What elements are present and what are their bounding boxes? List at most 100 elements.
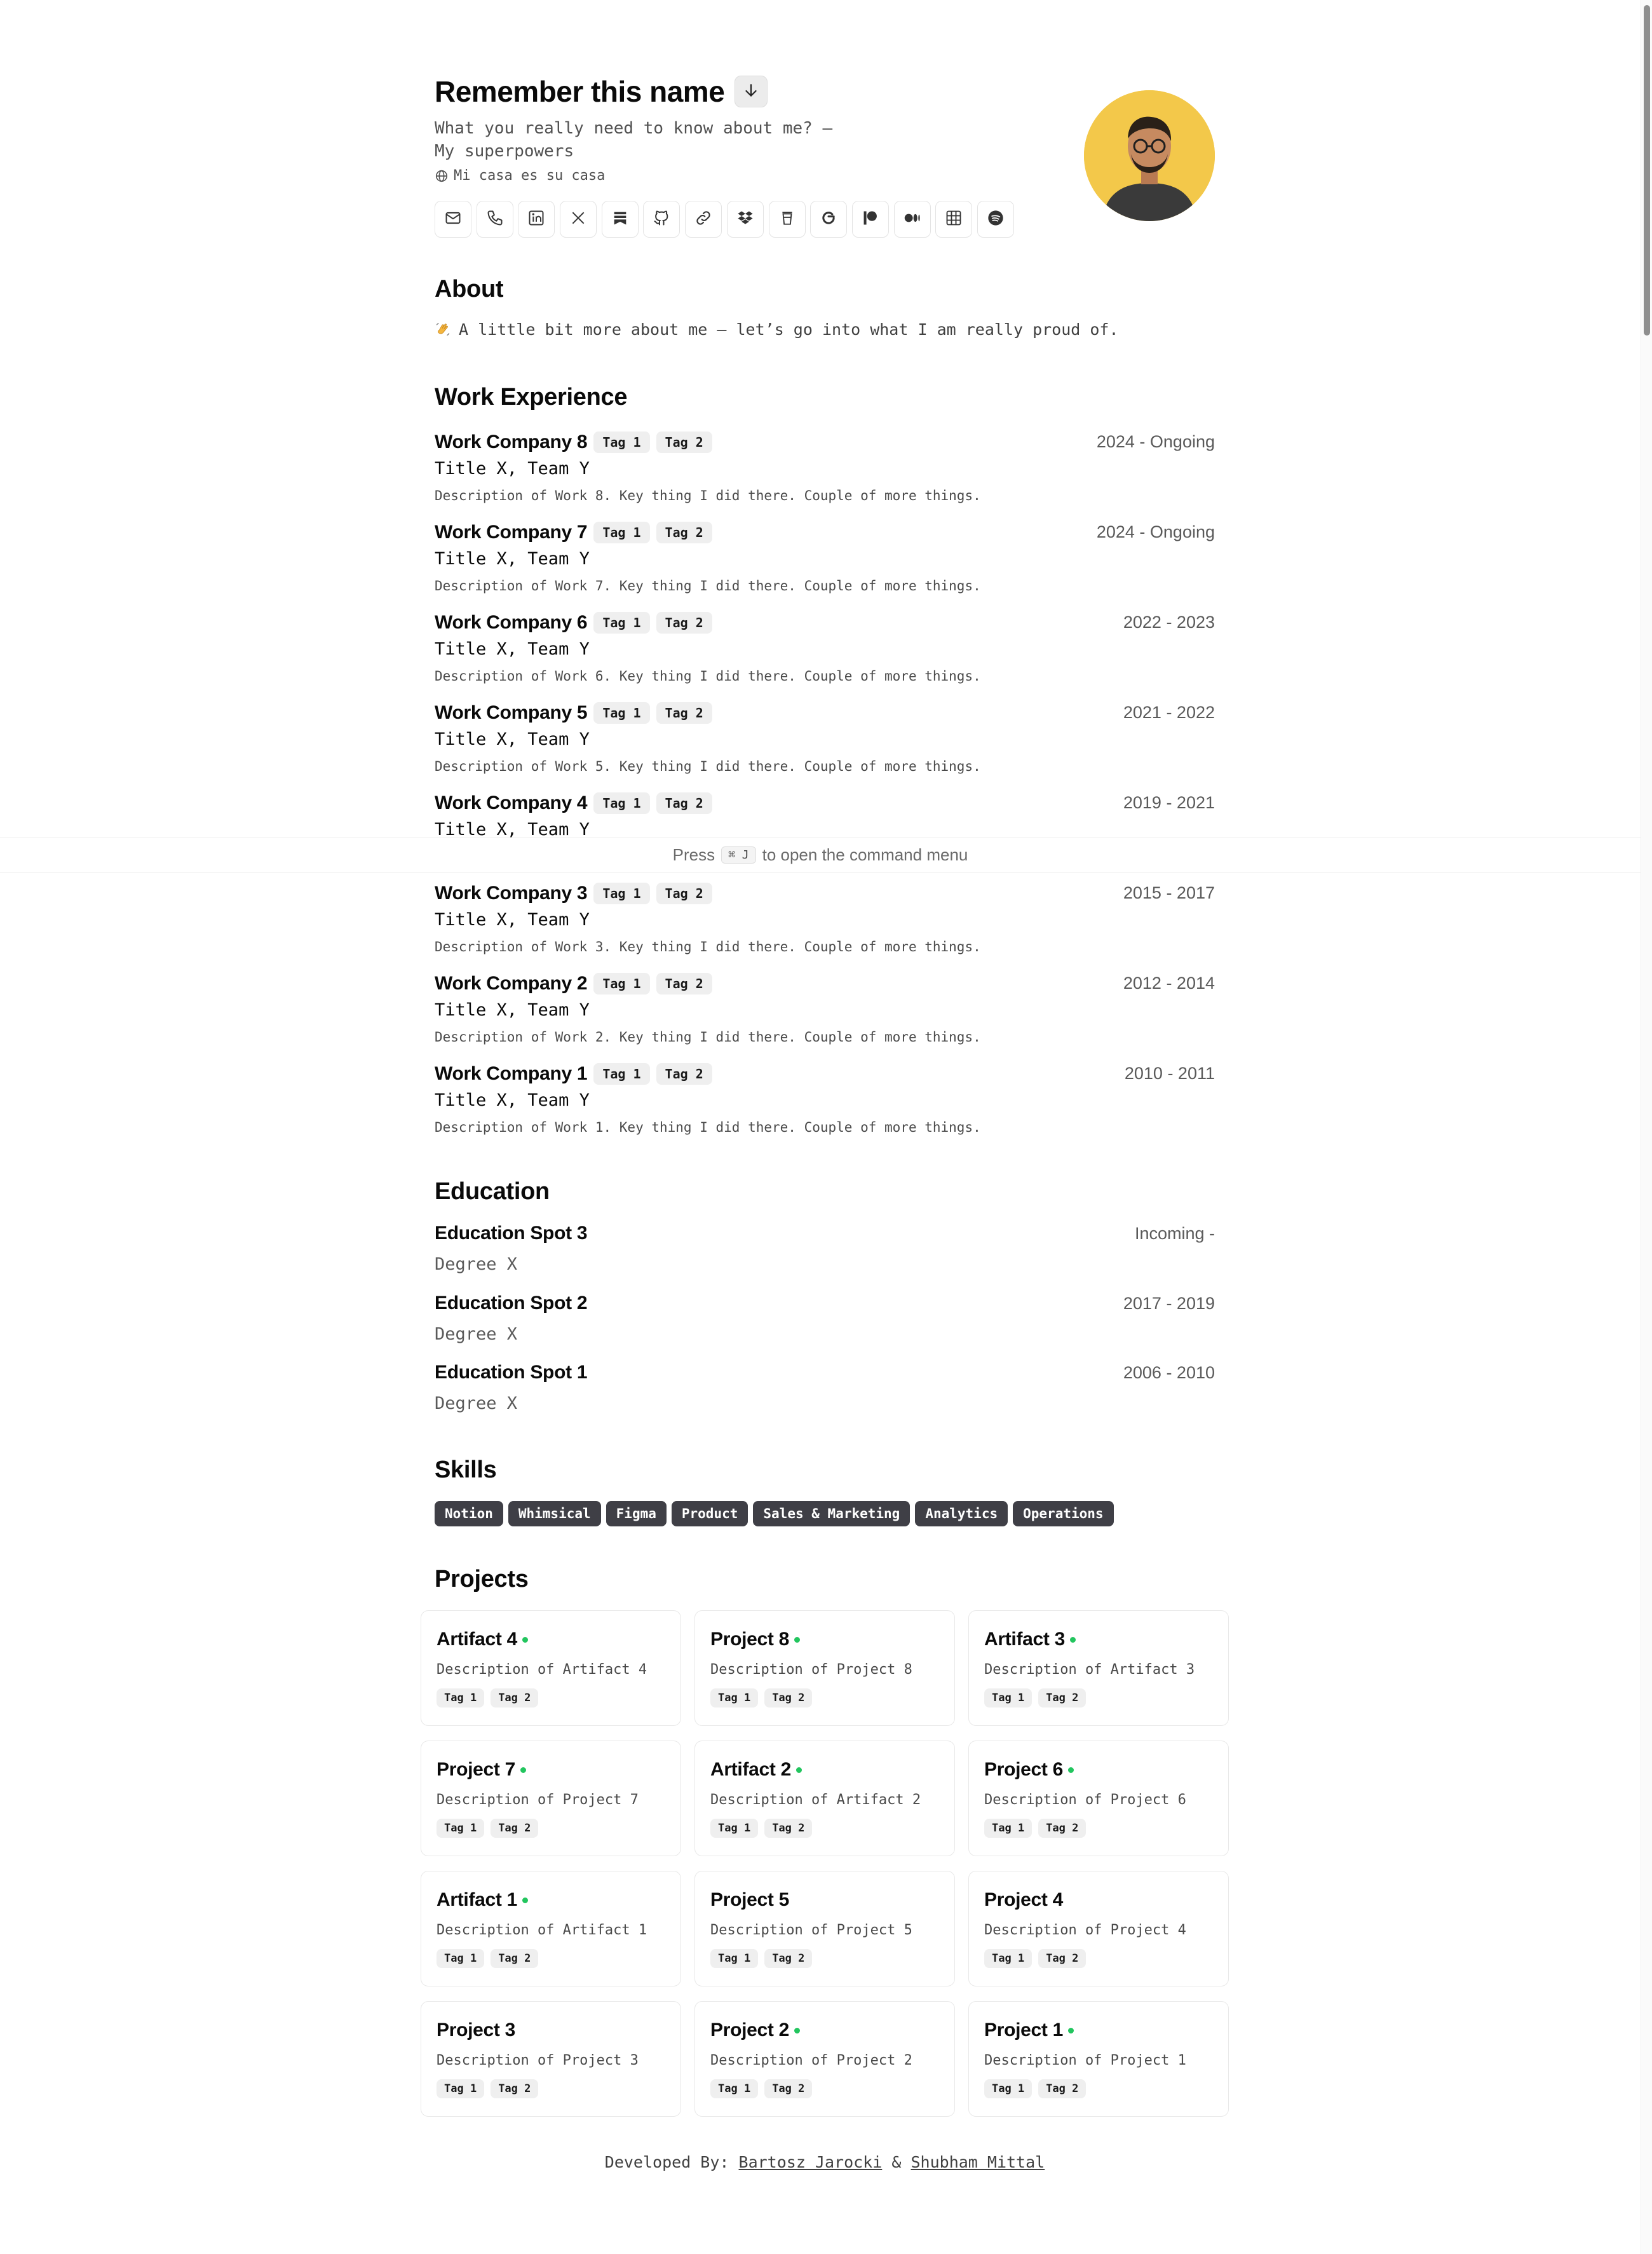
github-button[interactable] (643, 201, 680, 238)
project-name: Project 1 (984, 2020, 1064, 2040)
work-tag: Tag 1 (593, 883, 650, 904)
dropbox-button[interactable] (726, 201, 764, 238)
download-button[interactable] (735, 76, 768, 107)
project-card[interactable]: Artifact 3 Description of Artifact 3 Tag 1… (968, 1610, 1229, 1726)
work-company-name[interactable]: Work Company 8 (435, 431, 588, 453)
project-card[interactable]: Project 2 Description of Project 2 Tag 1 Ta… (694, 2001, 955, 2117)
skill-badge: Whimsical (508, 1501, 601, 1526)
author-link-2[interactable]: Shubham Mittal (911, 2153, 1045, 2171)
google-button[interactable] (810, 201, 848, 238)
project-description: Description of Project 5 (710, 1922, 912, 1938)
grid-button[interactable] (935, 201, 973, 238)
work-item-header: Work Company 2 Tag 1 Tag 2 (435, 971, 712, 996)
status-dot-icon (1070, 1636, 1076, 1643)
google-icon (820, 209, 837, 230)
work-title: Title X, Team Y (435, 459, 590, 479)
education-item: Education Spot 1 2006 - 2010 Degree X (435, 1362, 1215, 1425)
project-card[interactable]: Artifact 2 Description of Artifact 2 Tag 1… (694, 1741, 955, 1856)
education-school: Education Spot 1 (435, 1362, 588, 1383)
work-description: Description of Work 1. Key thing I did t… (435, 1120, 981, 1135)
work-tag: Tag 2 (656, 612, 712, 634)
education-degree: Degree X (435, 1324, 518, 1344)
work-item: Work Company 3 Tag 1 Tag 2 2015 - 2017 Title… (435, 881, 1215, 962)
project-tags: Tag 1 Tag 2 (430, 2079, 539, 2098)
project-card[interactable]: Project 3 Description of Project 3 Tag 1 Ta… (421, 2001, 681, 2117)
work-title: Title X, Team Y (435, 730, 590, 749)
project-tag: Tag 1 (437, 2079, 485, 2098)
project-description: Description of Artifact 1 (437, 1922, 647, 1938)
project-card[interactable]: Project 4 Description of Project 4 Tag 1 Ta… (968, 1871, 1229, 1986)
email-button[interactable] (435, 201, 471, 238)
x-icon (570, 210, 586, 229)
x-button[interactable] (560, 201, 597, 238)
status-dot-icon (794, 2027, 801, 2033)
project-card[interactable]: Project 8 Description of Project 8 Tag 1 Ta… (694, 1610, 955, 1726)
project-title: Project 7 (437, 1759, 527, 1781)
work-item: Work Company 1 Tag 1 Tag 2 2010 - 2011 Title… (435, 1061, 1215, 1143)
work-tag: Tag 1 (593, 612, 650, 634)
project-card[interactable]: Project 6 Description of Project 6 Tag 1 Ta… (968, 1741, 1229, 1856)
spotify-button[interactable] (977, 201, 1014, 238)
project-title: Artifact 3 (984, 1629, 1076, 1650)
mail-icon (444, 209, 462, 230)
linkedin-button[interactable] (518, 201, 555, 238)
footer-separator: & (891, 2153, 902, 2171)
medium-button[interactable] (893, 201, 931, 238)
spotify-icon (987, 209, 1005, 230)
profile-header: Remember this name What you really need … (435, 0, 1215, 254)
link-icon (694, 209, 712, 230)
project-title: Project 1 (984, 2020, 1074, 2041)
page-scrollbar[interactable] (1641, 0, 1652, 2254)
profile-location[interactable]: Mi casa es su casa (435, 168, 605, 184)
project-tag: Tag 1 (984, 1688, 1032, 1707)
work-company-name[interactable]: Work Company 1 (435, 1063, 588, 1085)
work-title: Title X, Team Y (435, 639, 590, 659)
education-degree: Degree X (435, 1254, 518, 1274)
coffee-icon (779, 210, 796, 229)
project-tag: Tag 1 (710, 1819, 759, 1838)
status-dot-icon (522, 1636, 529, 1643)
education-date: 2017 - 2019 (1123, 1294, 1215, 1313)
work-item-header: Work Company 5 Tag 1 Tag 2 (435, 700, 712, 726)
work-tag: Tag 2 (656, 522, 712, 543)
patreon-button[interactable] (851, 201, 889, 238)
work-company-name[interactable]: Work Company 4 (435, 792, 588, 814)
command-shortcut-key[interactable]: ⌘ J (721, 846, 756, 864)
bookmark-button[interactable] (601, 201, 639, 238)
scrollbar-thumb[interactable] (1644, 5, 1650, 336)
link-button[interactable] (685, 201, 722, 238)
project-name: Artifact 2 (710, 1759, 792, 1780)
project-card[interactable]: Project 5 Description of Project 5 Tag 1 Ta… (694, 1871, 955, 1986)
phone-icon (486, 209, 504, 230)
work-company-name[interactable]: Work Company 7 (435, 522, 588, 543)
project-tags: Tag 1 Tag 2 (704, 1688, 813, 1707)
project-title: Project 4 (984, 1889, 1063, 1911)
work-company-name[interactable]: Work Company 5 (435, 702, 588, 724)
work-item: Work Company 6 Tag 1 Tag 2 2022 - 2023 Title… (435, 610, 1215, 691)
coffee-button[interactable] (768, 201, 806, 238)
phone-button[interactable] (476, 201, 513, 238)
project-card[interactable]: Artifact 1 Description of Artifact 1 Tag 1… (421, 1871, 681, 1986)
project-description: Description of Project 3 (437, 2053, 639, 2068)
work-company-name[interactable]: Work Company 6 (435, 612, 588, 634)
dropbox-icon (736, 209, 754, 230)
work-company-name[interactable]: Work Company 3 (435, 883, 588, 904)
work-tag: Tag 1 (593, 792, 650, 814)
work-tag: Tag 2 (656, 431, 712, 453)
project-name: Project 5 (710, 1889, 790, 1910)
skill-badge: Operations (1013, 1501, 1114, 1526)
project-title: Artifact 1 (437, 1889, 529, 1911)
work-tag: Tag 2 (656, 973, 712, 995)
project-card[interactable]: Project 1 Description of Project 1 Tag 1 Ta… (968, 2001, 1229, 2117)
author-link-1[interactable]: Bartosz Jarocki (739, 2153, 883, 2171)
work-tag: Tag 2 (656, 883, 712, 904)
project-tag: Tag 2 (764, 1688, 813, 1707)
project-card[interactable]: Project 7 Description of Project 7 Tag 1 Ta… (421, 1741, 681, 1856)
project-tags: Tag 1 Tag 2 (978, 1819, 1087, 1838)
project-description: Description of Artifact 4 (437, 1662, 647, 1678)
work-company-name[interactable]: Work Company 2 (435, 973, 588, 995)
project-title: Project 6 (984, 1759, 1074, 1781)
status-dot-icon (1068, 1767, 1074, 1773)
project-card[interactable]: Artifact 4 Description of Artifact 4 Tag 1… (421, 1610, 681, 1726)
work-description: Description of Work 6. Key thing I did t… (435, 669, 981, 684)
